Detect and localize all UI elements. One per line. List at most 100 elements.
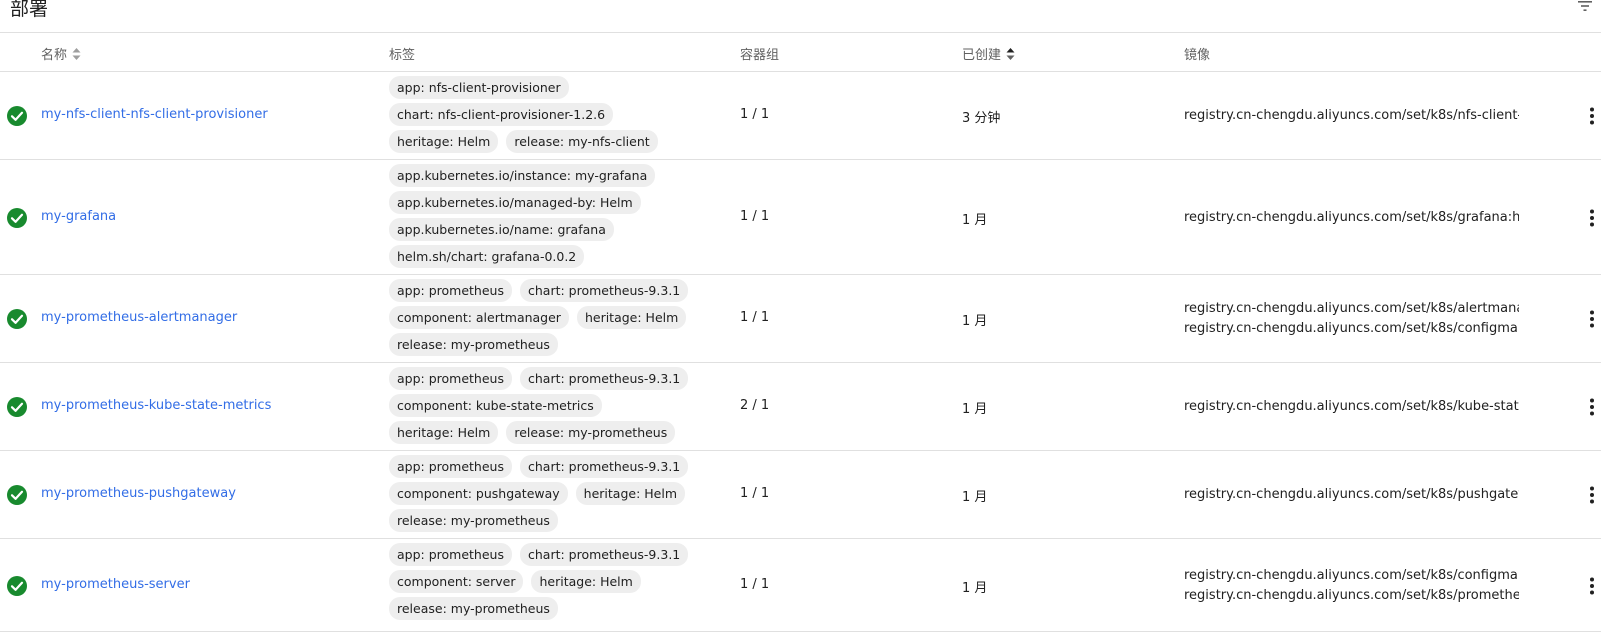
table-row: my-prometheus-pushgateway app: prometheus…	[0, 451, 1601, 539]
label-chip: app.kubernetes.io/managed-by: Helm	[389, 191, 641, 214]
labels-list: app: prometheus chart: prometheus-9.3.1 co…	[389, 455, 719, 536]
label-chip: component: server	[389, 570, 524, 593]
label-chip: heritage: Helm	[389, 421, 499, 444]
pods-count: 1 / 1	[740, 310, 770, 325]
deployment-name-link[interactable]: my-grafana	[41, 209, 116, 224]
images-list: registry.cn-chengdu.aliyuncs.com/set/k8s…	[1184, 208, 1519, 228]
table-row: my-prometheus-alertmanager app: prometheu…	[0, 275, 1601, 363]
created-age: 1 月	[962, 402, 988, 417]
deployment-name-link[interactable]: my-nfs-client-nfs-client-provisioner	[41, 107, 268, 122]
label-chip: heritage: Helm	[576, 306, 687, 329]
table-row: my-prometheus-server app: prometheus chart…	[0, 539, 1601, 632]
created-age: 1 月	[962, 213, 988, 228]
label-chip: component: kube-state-metrics	[389, 394, 602, 417]
labels-list: app: nfs-client-provisioner chart: nfs-cl…	[389, 76, 719, 157]
label-chip: heritage: Helm	[389, 130, 499, 153]
pods-count: 1 / 1	[740, 107, 770, 122]
column-header-labels-label: 标签	[389, 48, 416, 63]
column-header-images: 镜像	[1184, 44, 1210, 63]
labels-list: app: prometheus chart: prometheus-9.3.1 co…	[389, 279, 719, 360]
column-header-name[interactable]: 名称	[41, 44, 81, 63]
image-name: registry.cn-chengdu.aliyuncs.com/set/k8s…	[1184, 210, 1519, 225]
more-vert-icon[interactable]	[1588, 106, 1596, 126]
pods-count: 2 / 1	[740, 398, 770, 413]
label-chip: app: nfs-client-provisioner	[389, 76, 569, 99]
label-chip: heritage: Helm	[575, 482, 686, 505]
column-header-pods: 容器组	[740, 44, 779, 63]
table-row: my-grafana app.kubernetes.io/instance: my…	[0, 160, 1601, 275]
images-list: registry.cn-chengdu.aliyuncs.com/set/k8s…	[1184, 106, 1519, 126]
label-chip: app.kubernetes.io/instance: my-grafana	[389, 164, 656, 187]
image-name: registry.cn-chengdu.aliyuncs.com/set/k8s…	[1184, 399, 1519, 414]
image-name: registry.cn-chengdu.aliyuncs.com/set/k8s…	[1184, 321, 1518, 336]
labels-list: app: prometheus chart: prometheus-9.3.1 co…	[389, 543, 719, 624]
label-chip: app.kubernetes.io/name: grafana	[389, 218, 614, 241]
label-chip: component: alertmanager	[389, 306, 569, 329]
label-chip: heritage: Helm	[531, 570, 641, 593]
deployment-name-link[interactable]: my-prometheus-kube-state-metrics	[41, 398, 271, 413]
success-status-icon	[7, 208, 27, 228]
label-chip: helm.sh/chart: grafana-0.0.2	[389, 245, 585, 268]
success-status-icon	[7, 485, 27, 505]
success-status-icon	[7, 397, 27, 417]
column-header-labels: 标签	[389, 44, 415, 63]
image-name: registry.cn-chengdu.aliyuncs.com/set/k8s…	[1184, 487, 1519, 502]
label-chip: release: my-prometheus	[389, 333, 558, 356]
images-list: registry.cn-chengdu.aliyuncs.com/set/k8s…	[1184, 566, 1519, 606]
image-name: registry.cn-chengdu.aliyuncs.com/set/k8s…	[1184, 301, 1519, 316]
label-chip: app: prometheus	[389, 543, 512, 566]
label-chip: app: prometheus	[389, 455, 512, 478]
column-header-created[interactable]: 已创建	[962, 44, 1015, 63]
created-age: 1 月	[962, 581, 988, 596]
created-age: 1 月	[962, 314, 988, 329]
column-header-created-label: 已创建	[962, 48, 1002, 63]
sort-icon[interactable]	[1006, 47, 1015, 61]
table-row: my-prometheus-kube-state-metrics app: pro…	[0, 363, 1601, 451]
images-list: registry.cn-chengdu.aliyuncs.com/set/k8s…	[1184, 397, 1519, 417]
label-chip: release: my-prometheus	[506, 421, 676, 444]
label-chip: component: pushgateway	[389, 482, 568, 505]
pods-count: 1 / 1	[740, 209, 770, 224]
images-list: registry.cn-chengdu.aliyuncs.com/set/k8s…	[1184, 485, 1519, 505]
label-chip: app: prometheus	[389, 367, 512, 390]
label-chip: release: my-prometheus	[389, 509, 558, 532]
label-chip: chart: prometheus-9.3.1	[519, 455, 689, 478]
label-chip: chart: prometheus-9.3.1	[519, 543, 689, 566]
table-header: 名称 标签 容器组 已创建 镜像	[0, 33, 1601, 72]
more-vert-icon[interactable]	[1588, 309, 1596, 329]
image-name: registry.cn-chengdu.aliyuncs.com/set/k8s…	[1184, 568, 1518, 583]
success-status-icon	[7, 309, 27, 329]
deployment-name-link[interactable]: my-prometheus-server	[41, 577, 190, 592]
label-chip: chart: prometheus-9.3.1	[519, 367, 689, 390]
more-vert-icon[interactable]	[1588, 485, 1596, 505]
page-title: 部署	[10, 0, 49, 20]
label-chip: release: my-nfs-client	[506, 130, 658, 153]
created-age: 3 分钟	[962, 111, 1001, 126]
more-vert-icon[interactable]	[1588, 576, 1596, 596]
more-vert-icon[interactable]	[1588, 397, 1596, 417]
column-header-pods-label: 容器组	[740, 48, 780, 63]
pods-count: 1 / 1	[740, 577, 770, 592]
label-chip: release: my-prometheus	[389, 597, 558, 620]
sort-icon[interactable]	[72, 47, 81, 61]
created-age: 1 月	[962, 490, 988, 505]
label-chip: chart: prometheus-9.3.1	[519, 279, 689, 302]
deployment-name-link[interactable]: my-prometheus-alertmanager	[41, 310, 237, 325]
label-chip: app: prometheus	[389, 279, 512, 302]
column-header-name-label: 名称	[41, 48, 68, 63]
success-status-icon	[7, 106, 27, 126]
table-row: my-nfs-client-nfs-client-provisioner app:…	[0, 72, 1601, 160]
pods-count: 1 / 1	[740, 486, 770, 501]
more-vert-icon[interactable]	[1588, 208, 1596, 228]
deployment-name-link[interactable]: my-prometheus-pushgateway	[41, 486, 236, 501]
labels-list: app: prometheus chart: prometheus-9.3.1 co…	[389, 367, 719, 448]
image-name: registry.cn-chengdu.aliyuncs.com/set/k8s…	[1184, 108, 1519, 123]
labels-list: app.kubernetes.io/instance: my-grafana ap…	[389, 164, 719, 272]
images-list: registry.cn-chengdu.aliyuncs.com/set/k8s…	[1184, 299, 1519, 339]
filter-icon[interactable]	[1578, 0, 1592, 12]
column-header-images-label: 镜像	[1184, 48, 1211, 63]
label-chip: chart: nfs-client-provisioner-1.2.6	[389, 103, 614, 126]
page-header: 部署	[0, 0, 1601, 33]
success-status-icon	[7, 576, 27, 596]
image-name: registry.cn-chengdu.aliyuncs.com/set/k8s…	[1184, 588, 1519, 603]
